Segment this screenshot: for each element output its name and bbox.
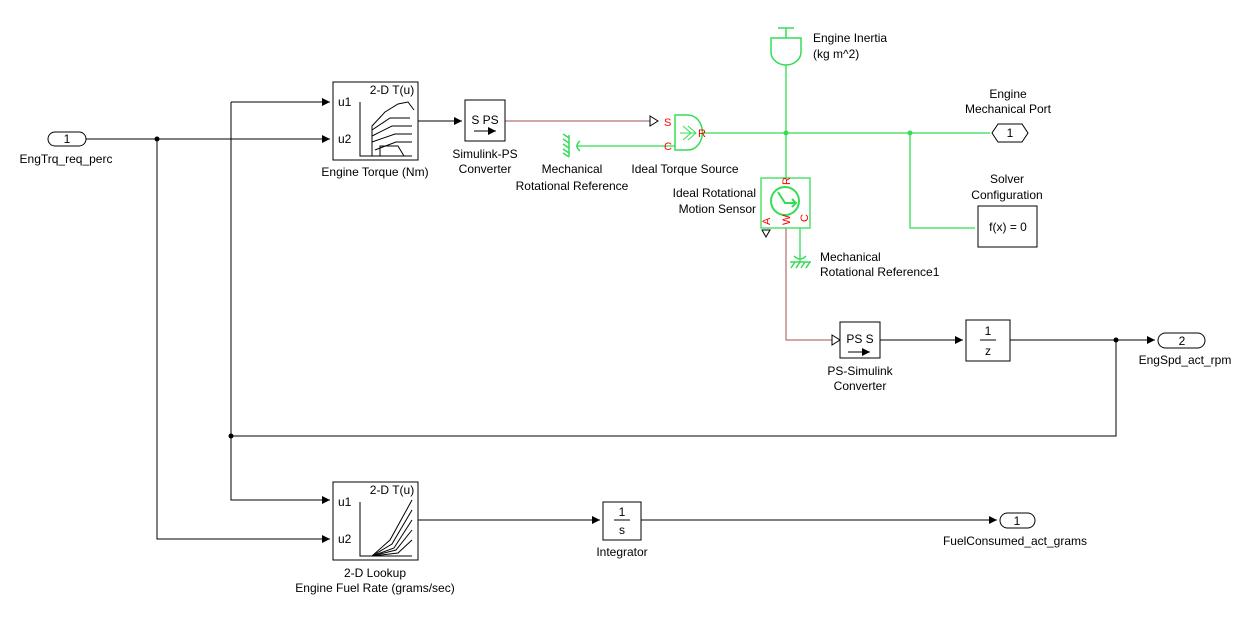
junction	[1113, 337, 1119, 343]
svg-text:Rotational Reference: Rotational Reference	[516, 179, 629, 193]
mechanical-rotational-reference1[interactable]: Mechanical Rotational Reference1	[790, 250, 940, 279]
svg-text:u1: u1	[338, 95, 352, 109]
svg-text:1: 1	[64, 132, 71, 146]
svg-text:C: C	[799, 214, 811, 222]
svg-text:R: R	[698, 128, 706, 140]
solver-configuration-block[interactable]: f(x) = 0 Solver Configuration	[971, 172, 1043, 248]
svg-text:W: W	[781, 214, 793, 225]
ps-input-triangle	[831, 334, 841, 346]
ideal-rotational-motion-sensor-block[interactable]: R A W C Ideal Rotational Motion Sensor	[673, 177, 811, 239]
ground-hatch-icon	[562, 133, 581, 158]
svg-text:Engine Torque (Nm): Engine Torque (Nm)	[321, 165, 428, 179]
engine-torque-lookup-block[interactable]: 2-D T(u) u1 u2 Engine Torque (Nm)	[321, 81, 429, 179]
svg-text:1: 1	[985, 324, 992, 338]
inport-label: EngTrq_req_perc	[20, 152, 113, 166]
svg-text:2-D T(u): 2-D T(u)	[370, 83, 414, 97]
svg-text:2: 2	[1179, 334, 1186, 348]
svg-text:u2: u2	[338, 532, 352, 546]
ps-line-speed[interactable]	[785, 228, 832, 341]
svg-text:u2: u2	[338, 132, 352, 146]
ps-simulink-converter-block[interactable]: PS S PS-Simulink Converter	[827, 321, 894, 393]
svg-text:C: C	[664, 141, 672, 153]
svg-text:f(x) = 0: f(x) = 0	[989, 220, 1027, 234]
svg-text:s: s	[619, 523, 625, 537]
svg-text:1: 1	[1014, 514, 1021, 528]
svg-text:2-D T(u): 2-D T(u)	[370, 483, 414, 497]
inport-engtrq[interactable]: 1 EngTrq_req_perc	[20, 131, 113, 166]
svg-text:Mechanical Port: Mechanical Port	[965, 102, 1052, 116]
svg-text:S: S	[664, 117, 671, 129]
outport-engspd[interactable]: 2 EngSpd_act_rpm	[1139, 332, 1232, 367]
outport-fuelconsumed[interactable]: 1 FuelConsumed_act_grams	[943, 512, 1087, 548]
svg-text:S PS: S PS	[471, 113, 498, 127]
svg-text:PS-Simulink: PS-Simulink	[827, 364, 893, 378]
svg-text:1: 1	[1007, 126, 1014, 140]
svg-text:Mechanical: Mechanical	[820, 250, 881, 264]
line-fuel-u1[interactable]	[230, 102, 330, 504]
svg-text:Ideal Torque Source: Ideal Torque Source	[631, 162, 739, 176]
svg-text:(kg m^2): (kg m^2)	[813, 47, 859, 61]
svg-text:Integrator: Integrator	[596, 545, 647, 559]
mech-line-solver[interactable]	[909, 133, 975, 229]
svg-text:Simulink-PS: Simulink-PS	[452, 147, 517, 161]
svg-text:z: z	[985, 344, 991, 358]
svg-text:Motion Sensor: Motion Sensor	[679, 202, 756, 216]
integrator-block[interactable]: 1 s Integrator	[596, 501, 648, 559]
svg-text:u1: u1	[338, 495, 352, 509]
svg-text:Engine Inertia: Engine Inertia	[813, 31, 887, 45]
simulink-diagram: 1 EngTrq_req_perc 2-D T(u) u1 u2 Engine …	[20, 27, 1232, 595]
svg-text:Converter: Converter	[834, 379, 887, 393]
ps-input-triangle	[649, 115, 659, 127]
junction	[154, 136, 160, 142]
simulink-ps-converter-block[interactable]: S PS Simulink-PS Converter	[452, 99, 518, 176]
mechanical-rotational-reference[interactable]: Mechanical Rotational Reference	[516, 133, 629, 193]
svg-text:Solver: Solver	[990, 172, 1024, 186]
unit-delay-block[interactable]: 1 z	[965, 319, 1011, 362]
svg-text:Rotational Reference1: Rotational Reference1	[820, 265, 940, 279]
svg-text:Ideal Rotational: Ideal Rotational	[673, 186, 756, 200]
engine-inertia-block[interactable]: Engine Inertia (kg m^2)	[770, 27, 887, 66]
svg-text:Engine: Engine	[989, 87, 1027, 101]
svg-text:Converter: Converter	[459, 162, 512, 176]
svg-text:2-D Lookup: 2-D Lookup	[344, 566, 406, 580]
svg-text:Mechanical: Mechanical	[542, 162, 603, 176]
line-fuel-u2[interactable]	[156, 139, 330, 543]
inertia-icon	[770, 27, 802, 66]
svg-text:EngSpd_act_rpm: EngSpd_act_rpm	[1139, 353, 1232, 367]
svg-text:Configuration: Configuration	[971, 188, 1042, 202]
outport-engine-mechanical-port[interactable]: 1 Engine Mechanical Port	[965, 87, 1052, 143]
junction	[228, 433, 234, 439]
svg-text:R: R	[781, 177, 793, 185]
svg-text:1: 1	[619, 505, 626, 519]
svg-text:FuelConsumed_act_grams: FuelConsumed_act_grams	[943, 534, 1087, 548]
svg-text:A: A	[761, 217, 773, 225]
svg-text:PS S: PS S	[846, 332, 873, 346]
svg-text:Engine Fuel Rate (grams/sec): Engine Fuel Rate (grams/sec)	[295, 581, 454, 595]
